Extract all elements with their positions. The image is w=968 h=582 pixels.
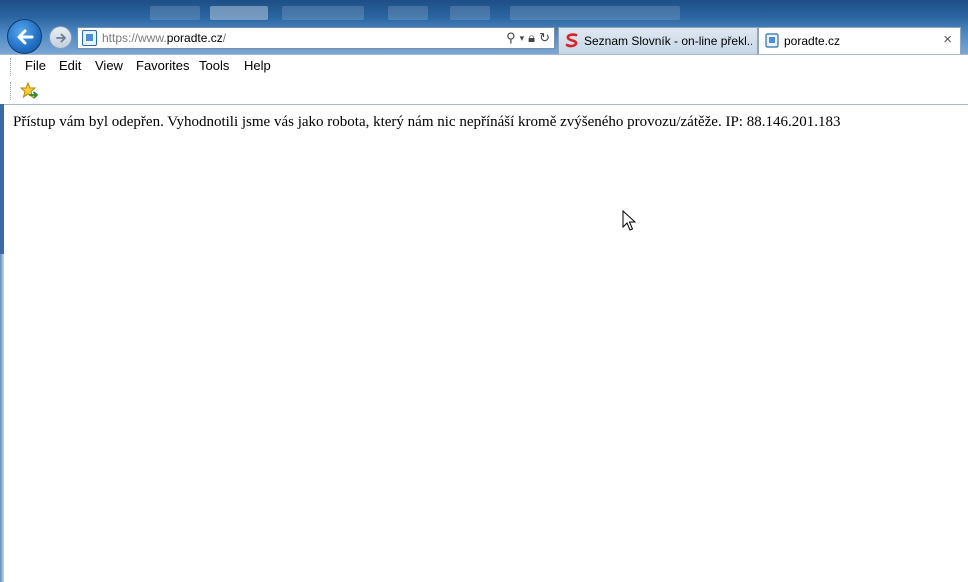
tab-label: poradte.cz [784, 34, 841, 48]
menu-help[interactable]: Help [244, 58, 271, 73]
back-button[interactable] [7, 19, 42, 54]
forward-arrow-icon [55, 33, 66, 42]
url-suffix: / [222, 31, 227, 45]
search-icon[interactable]: ⚲ [506, 30, 516, 46]
menu-bar: File Edit View Favorites Tools Help [0, 54, 968, 79]
back-arrow-icon [17, 29, 33, 44]
menu-view[interactable]: View [95, 58, 123, 73]
menu-edit[interactable]: Edit [59, 58, 81, 73]
access-denied-message: Přístup vám byl odepřen. Vyhodnotili jsm… [13, 114, 841, 130]
mouse-cursor-icon [622, 210, 636, 231]
window-chrome: https://www.poradte.cz/ ⚲ ▾ 🔒︎ ↻ Seznam … [0, 0, 968, 54]
url-host: poradte.cz [166, 31, 223, 45]
lock-icon[interactable]: 🔒︎ [528, 30, 535, 46]
close-tab-icon[interactable]: × [943, 31, 952, 48]
background-window-ghost [150, 6, 200, 20]
toolbar-grip[interactable] [10, 58, 13, 76]
refresh-icon[interactable]: ↻ [539, 30, 550, 46]
toolbar-grip[interactable] [10, 82, 13, 100]
tab-poradte[interactable]: poradte.cz × [758, 27, 961, 54]
page-icon [765, 33, 779, 48]
site-favicon-icon [82, 30, 97, 46]
tab-seznam-slovnik[interactable]: Seznam Slovník - on-line překl... [558, 27, 758, 54]
add-favorites-star-icon[interactable] [20, 82, 38, 100]
address-bar[interactable]: https://www.poradte.cz/ ⚲ ▾ 🔒︎ ↻ [77, 27, 555, 49]
url-prefix: https://www. [102, 31, 167, 45]
background-window-ghost [510, 6, 680, 20]
menu-file[interactable]: File [25, 58, 46, 73]
background-window-ghost [388, 6, 428, 20]
menu-favorites[interactable]: Favorites [136, 58, 189, 73]
window-left-edge [0, 104, 4, 582]
url-text[interactable]: https://www.poradte.cz/ [102, 31, 226, 45]
menu-tools[interactable]: Tools [199, 58, 229, 73]
background-window-ghost [282, 6, 364, 20]
dropdown-arrow-icon[interactable]: ▾ [520, 30, 525, 46]
seznam-s-icon [565, 33, 578, 48]
favorites-bar [0, 78, 968, 105]
background-window-ghost [210, 6, 268, 20]
forward-button[interactable] [49, 26, 72, 49]
background-window-ghost [450, 6, 490, 20]
tab-label: Seznam Slovník - on-line překl... [584, 34, 752, 48]
